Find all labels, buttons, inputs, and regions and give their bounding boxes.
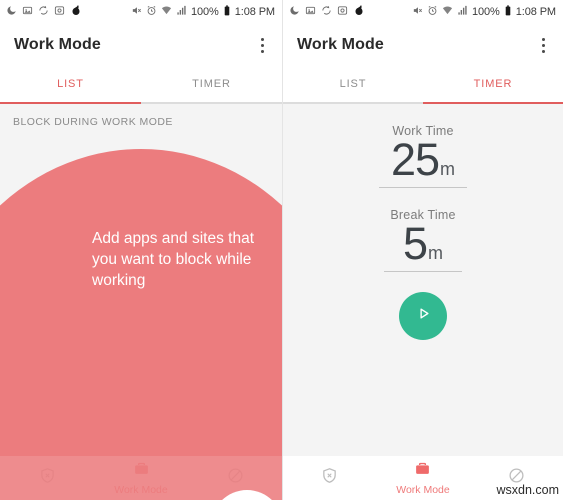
bottom-nav-label-work-mode: Work Mode (396, 484, 450, 496)
alarm-icon (146, 3, 157, 21)
watermark-label: wsxdn.com (496, 483, 559, 497)
app-bar-right: Work Mode (283, 24, 563, 66)
break-time-field[interactable]: Break Time 5 m (283, 208, 563, 272)
dual-screenshot-container: 100% 1:08 PM Work Mode LIST TIMER BLOCK … (0, 0, 563, 500)
tab-timer[interactable]: TIMER (423, 66, 563, 104)
tab-list[interactable]: LIST (0, 66, 141, 104)
empty-state-message: Add apps and sites that you want to bloc… (92, 230, 255, 289)
tab-timer[interactable]: TIMER (141, 66, 282, 102)
status-bar-left: 100% 1:08 PM (0, 0, 282, 24)
kebab-menu-icon[interactable] (257, 32, 268, 59)
tab-bar-left: LIST TIMER (0, 66, 282, 104)
status-bar-right-left-icons (289, 3, 365, 21)
status-bar-right-icons: 100% 1:08 PM (131, 3, 275, 21)
bottom-nav-item-shield[interactable] (0, 467, 94, 489)
left-phone-screen: 100% 1:08 PM Work Mode LIST TIMER BLOCK … (0, 0, 282, 500)
wifi-icon (161, 3, 172, 21)
signal-icon (457, 3, 468, 21)
battery-percent-label: 100% (191, 6, 219, 18)
battery-icon (504, 3, 512, 21)
work-time-number: 25 (390, 134, 440, 185)
battery-percent-label: 100% (472, 6, 500, 18)
shield-x-icon (39, 467, 56, 489)
page-title: Work Mode (14, 36, 101, 53)
section-header-label: BLOCK DURING WORK MODE (13, 116, 173, 128)
list-tab-content: BLOCK DURING WORK MODE Add apps and site… (0, 104, 282, 500)
circle-badge-icon (54, 3, 65, 21)
screenshot-icon (22, 3, 33, 21)
bottom-nav-label-work-mode: Work Mode (114, 484, 168, 496)
break-time-unit: m (428, 243, 444, 263)
work-time-value: 25 m (391, 134, 455, 186)
start-timer-container (283, 292, 563, 340)
signal-icon (176, 3, 187, 21)
clock-label: 1:08 PM (234, 6, 275, 18)
break-time-value: 5 m (403, 218, 443, 270)
kebab-menu-icon[interactable] (538, 32, 549, 59)
sync-icon (38, 3, 49, 21)
bottom-nav-item-work-mode[interactable]: Work Mode (376, 460, 469, 496)
battery-icon (223, 3, 231, 21)
sync-icon (321, 3, 332, 21)
bottom-nav-item-work-mode[interactable]: Work Mode (94, 460, 188, 496)
play-icon (414, 304, 433, 328)
work-time-field[interactable]: Work Time 25 m (283, 124, 563, 188)
tab-bar-right: LIST TIMER (283, 66, 563, 104)
start-timer-button[interactable] (399, 292, 447, 340)
break-time-underline (384, 270, 462, 272)
work-time-unit: m (440, 159, 456, 179)
app-notification-icon (353, 3, 365, 21)
page-title: Work Mode (297, 36, 384, 53)
block-circle-icon (227, 467, 244, 489)
tab-list[interactable]: LIST (283, 66, 423, 102)
timer-tab-content: Work Time 25 m Break Time 5 m Work Mode … (283, 104, 563, 500)
moon-do-not-disturb-icon (289, 3, 300, 21)
briefcase-icon (133, 460, 150, 482)
break-time-number: 5 (402, 218, 428, 269)
alarm-icon (427, 3, 438, 21)
status-bar-right-right-icons: 100% 1:08 PM (412, 3, 556, 21)
status-bar-right: 100% 1:08 PM (283, 0, 563, 24)
app-bar-left: Work Mode (0, 24, 282, 66)
clock-label: 1:08 PM (515, 6, 556, 18)
mute-icon (131, 3, 142, 21)
mute-icon (412, 3, 423, 21)
work-time-underline (379, 186, 467, 188)
bottom-nav-item-shield[interactable] (283, 467, 376, 489)
wifi-icon (442, 3, 453, 21)
bottom-nav-item-block[interactable] (188, 467, 282, 489)
screenshot-icon (305, 3, 316, 21)
circle-badge-icon (337, 3, 348, 21)
moon-do-not-disturb-icon (6, 3, 17, 21)
empty-state-blob (0, 149, 282, 500)
briefcase-icon (414, 460, 431, 482)
right-phone-screen: 100% 1:08 PM Work Mode LIST TIMER Work T… (282, 0, 563, 500)
status-bar-left-icons (6, 3, 82, 21)
shield-x-icon (321, 467, 338, 489)
app-notification-icon (70, 3, 82, 21)
